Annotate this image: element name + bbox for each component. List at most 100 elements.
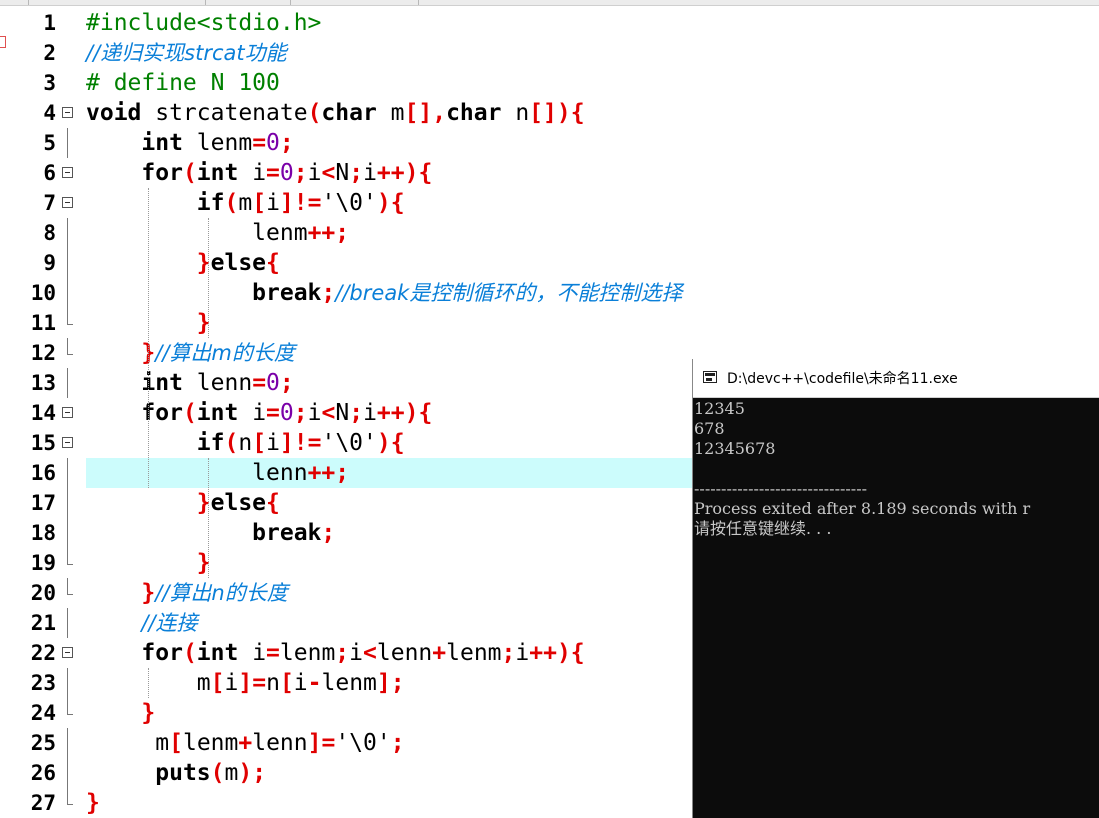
code-token: i (363, 160, 377, 186)
code-token: ; (335, 460, 350, 486)
code-line[interactable]: } (86, 698, 155, 728)
code-line[interactable]: for(int i=lenm;i<lenn+lenm;i++){ (86, 638, 585, 668)
code-token: int (196, 640, 239, 666)
code-token: = (252, 130, 267, 156)
line-number: 19 (30, 551, 56, 575)
editor-tab-strip[interactable] (0, 0, 1099, 6)
line-number: 17 (30, 491, 56, 515)
code-token: ] (279, 190, 294, 216)
tab-divider (28, 0, 29, 5)
code-line[interactable]: if(n[i]!='\0'){ (86, 428, 405, 458)
console-output-line: 请按任意键继续. . . (694, 519, 832, 538)
code-token: void (86, 100, 142, 126)
line-number: 26 (30, 761, 56, 785)
code-token: ; (335, 220, 350, 246)
tab-divider (418, 0, 419, 5)
code-token: # define N 100 (86, 70, 280, 96)
code-token: { (266, 490, 280, 516)
code-line[interactable]: }else{ (86, 248, 280, 278)
code-token: { (570, 640, 585, 666)
fold-guide (67, 488, 68, 518)
code-token: 0 (266, 370, 280, 396)
code-token: < (363, 640, 377, 666)
code-line[interactable]: } (86, 788, 100, 818)
line-number: 11 (30, 311, 56, 335)
code-token: N (335, 160, 350, 186)
code-token: //break是控制循环的，不能控制选择 (335, 281, 683, 305)
fold-toggle-icon[interactable] (62, 407, 73, 418)
code-token: if (196, 430, 225, 456)
console-title: D:\devc++\codefile\未命名11.exe (727, 371, 958, 387)
code-token: != (293, 430, 322, 456)
code-line[interactable]: break; (86, 518, 335, 548)
code-token: else (210, 490, 267, 516)
line-number: 22 (30, 641, 56, 665)
code-token: { (266, 250, 280, 276)
code-token: ] (238, 670, 253, 696)
code-token: } (141, 700, 156, 726)
console-output-line: 12345 (694, 399, 745, 418)
line-number: 6 (43, 161, 56, 185)
code-line[interactable]: lenn++; (86, 458, 349, 488)
code-line[interactable]: }else{ (86, 488, 280, 518)
code-line[interactable]: lenm++; (86, 218, 349, 248)
fold-toggle-icon[interactable] (62, 197, 73, 208)
indent-guide (148, 188, 149, 488)
code-token: { (570, 100, 585, 126)
code-line[interactable]: #include<stdio.h> (86, 8, 321, 38)
console-window[interactable]: D:\devc++\codefile\未命名11.exe 12345 678 123… (693, 359, 1099, 818)
code-line[interactable]: }//算出m的长度 (86, 338, 294, 368)
code-token: puts (155, 760, 211, 786)
code-line[interactable]: puts(m); (86, 758, 266, 788)
indent-guide (148, 668, 149, 698)
code-token: i (363, 400, 377, 426)
code-token: ++ (376, 400, 405, 426)
code-token: ) (404, 400, 419, 426)
console-title-bar[interactable]: D:\devc++\codefile\未命名11.exe (693, 359, 1099, 398)
code-token: [ (279, 670, 294, 696)
code-token: ; (335, 640, 350, 666)
code-line[interactable]: break;//break是控制循环的，不能控制选择 (86, 278, 682, 308)
fold-toggle-icon[interactable] (62, 107, 73, 118)
code-token: ; (321, 520, 336, 546)
code-line[interactable]: for(int i=0;i<N;i++){ (86, 398, 432, 428)
code-line[interactable]: # define N 100 (86, 68, 280, 98)
code-line[interactable]: m[i]=n[i-lenm]; (86, 668, 405, 698)
fold-toggle-icon[interactable] (62, 647, 73, 658)
line-number: 7 (43, 191, 56, 215)
code-line[interactable]: if(m[i]!='\0'){ (86, 188, 405, 218)
code-line[interactable]: int lenm=0; (86, 128, 293, 158)
code-line[interactable]: void strcatenate(char m[],char n[]){ (86, 98, 585, 128)
code-token: ( (182, 640, 197, 666)
line-number: 24 (30, 701, 56, 725)
fold-toggle-icon[interactable] (62, 437, 73, 448)
fold-guide (67, 788, 68, 804)
line-number: 25 (30, 731, 56, 755)
console-output[interactable]: 12345 678 12345678 ------------------------… (694, 399, 1099, 818)
code-line[interactable]: }//算出n的长度 (86, 578, 287, 608)
code-line[interactable]: m[lenm+lenn]='\0'; (86, 728, 404, 758)
code-token: m (238, 190, 253, 216)
line-number-gutter[interactable]: 1 2 3 4 5 6 7 8 9 10 11 12 13 14 15 16 17 18 19 20 21 22 23 24 2… (18, 8, 80, 818)
code-token: [] (529, 100, 557, 126)
code-token: 0 (279, 160, 294, 186)
fold-guide (67, 128, 68, 158)
code-token: break (252, 520, 322, 546)
code-line[interactable]: for(int i=0;i<N;i++){ (86, 158, 432, 188)
line-number: 10 (30, 281, 56, 305)
code-token: n (266, 670, 280, 696)
fold-toggle-icon[interactable] (62, 167, 73, 178)
code-token: ++ (529, 640, 557, 666)
code-token: if (196, 190, 225, 216)
code-token: { (390, 430, 405, 456)
code-token: i (307, 160, 322, 186)
code-token: 0 (266, 130, 280, 156)
code-line[interactable]: } (86, 548, 211, 578)
code-token: = (252, 670, 267, 696)
code-line[interactable]: //连接 (86, 608, 197, 638)
code-line[interactable]: //递归实现strcat功能 (86, 38, 287, 68)
code-token: ; (321, 280, 336, 306)
code-line[interactable]: int lenn=0; (86, 368, 293, 398)
